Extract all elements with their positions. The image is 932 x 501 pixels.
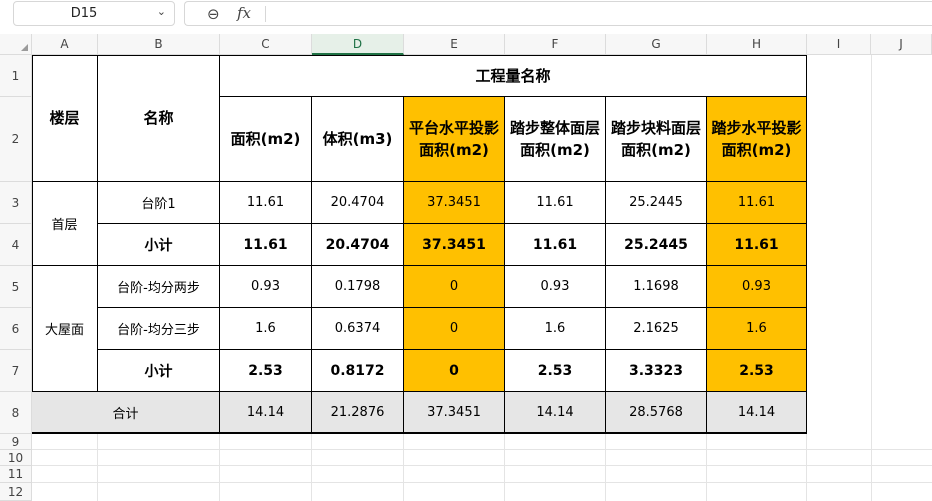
- value-cell[interactable]: 25.2445: [606, 182, 707, 224]
- subtotal-cell[interactable]: 20.4704: [312, 224, 404, 266]
- total-cell[interactable]: 37.3451: [404, 392, 505, 434]
- grid-line: [32, 482, 932, 483]
- value-cell[interactable]: 1.6: [505, 308, 606, 350]
- column-header-j[interactable]: J: [871, 34, 932, 55]
- value-cell[interactable]: 0.93: [505, 266, 606, 308]
- row-header-9[interactable]: 9: [0, 434, 32, 450]
- column-header-e[interactable]: E: [404, 34, 505, 55]
- name-box[interactable]: D15 ⌄: [13, 1, 175, 26]
- col-header-area[interactable]: 面积(m2): [220, 97, 312, 182]
- value-cell[interactable]: 1.6: [220, 308, 312, 350]
- subtotal-cell[interactable]: 2.53: [707, 350, 807, 392]
- value-cell[interactable]: 11.61: [707, 182, 807, 224]
- subtotal-cell[interactable]: 0.8172: [312, 350, 404, 392]
- row-header-6[interactable]: 6: [0, 308, 32, 350]
- total-cell[interactable]: 14.14: [707, 392, 807, 434]
- total-cell[interactable]: 28.5768: [606, 392, 707, 434]
- subtotal-cell[interactable]: 3.3323: [606, 350, 707, 392]
- row-header-7[interactable]: 7: [0, 350, 32, 392]
- row-header-1[interactable]: 1: [0, 55, 32, 97]
- chevron-down-icon[interactable]: ⌄: [157, 5, 166, 18]
- column-header-f[interactable]: F: [505, 34, 606, 55]
- value-cell[interactable]: 0.1798: [312, 266, 404, 308]
- value-cell[interactable]: 0: [404, 308, 505, 350]
- table-bottom-border: [32, 432, 807, 434]
- col-header-platform-projection[interactable]: 平台水平投影面积(m2): [404, 97, 505, 182]
- column-header-a[interactable]: A: [32, 34, 98, 55]
- grid-line: [504, 434, 505, 501]
- subtotal-cell[interactable]: 11.61: [505, 224, 606, 266]
- column-header-d[interactable]: D: [312, 34, 404, 55]
- grid-line: [706, 434, 707, 501]
- item-name-cell[interactable]: 台阶1: [98, 182, 220, 224]
- grid-line: [403, 434, 404, 501]
- subtotal-cell[interactable]: 11.61: [220, 224, 312, 266]
- column-header-c[interactable]: C: [220, 34, 312, 55]
- grid-line: [32, 465, 932, 466]
- value-cell[interactable]: 37.3451: [404, 182, 505, 224]
- value-cell[interactable]: 1.1698: [606, 266, 707, 308]
- subtotal-cell[interactable]: 25.2445: [606, 224, 707, 266]
- value-cell[interactable]: 20.4704: [312, 182, 404, 224]
- item-name-cell[interactable]: 台阶-均分三步: [98, 308, 220, 350]
- column-header-g[interactable]: G: [606, 34, 707, 55]
- subtotal-cell[interactable]: 11.61: [707, 224, 807, 266]
- grid-line: [32, 449, 932, 450]
- name-header[interactable]: 名称: [98, 55, 220, 182]
- col-header-step-projection[interactable]: 踏步水平投影面积(m2): [707, 97, 807, 182]
- item-name-cell[interactable]: 台阶-均分两步: [98, 266, 220, 308]
- fx-icon[interactable]: fx: [237, 4, 251, 22]
- grid-line: [219, 434, 220, 501]
- subtotal-label[interactable]: 小计: [98, 350, 220, 392]
- row-header-10[interactable]: 10: [0, 450, 32, 466]
- total-cell[interactable]: 14.14: [220, 392, 312, 434]
- row-header-3[interactable]: 3: [0, 182, 32, 224]
- table-title[interactable]: 工程量名称: [220, 55, 807, 97]
- formula-bar: D15 ⌄ ⊖ fx: [0, 0, 932, 31]
- total-label[interactable]: 合计: [32, 392, 220, 434]
- row-header-8[interactable]: 8: [0, 392, 32, 434]
- value-cell[interactable]: 11.61: [220, 182, 312, 224]
- column-header-h[interactable]: H: [707, 34, 807, 55]
- floor-cell[interactable]: 首层: [32, 182, 98, 266]
- grid-line: [605, 434, 606, 501]
- value-cell[interactable]: 0.6374: [312, 308, 404, 350]
- formula-input[interactable]: ⊖ fx: [184, 1, 932, 26]
- total-cell[interactable]: 14.14: [505, 392, 606, 434]
- subtotal-cell[interactable]: 0: [404, 350, 505, 392]
- grid-line: [806, 434, 807, 501]
- floor-cell[interactable]: 大屋面: [32, 266, 98, 392]
- row-header-12[interactable]: 12: [0, 483, 32, 501]
- value-cell[interactable]: 2.1625: [606, 308, 707, 350]
- column-header-i[interactable]: I: [807, 34, 871, 55]
- value-cell[interactable]: 0.93: [707, 266, 807, 308]
- subtotal-cell[interactable]: 37.3451: [404, 224, 505, 266]
- value-cell[interactable]: 0: [404, 266, 505, 308]
- col-header-step-surface[interactable]: 踏步整体面层面积(m2): [505, 97, 606, 182]
- row-header-2[interactable]: 2: [0, 97, 32, 182]
- subtotal-cell[interactable]: 2.53: [505, 350, 606, 392]
- col-header-volume[interactable]: 体积(m3): [312, 97, 404, 182]
- col-header-step-block[interactable]: 踏步块料面层面积(m2): [606, 97, 707, 182]
- formula-separator: [265, 6, 266, 22]
- grid-line: [871, 55, 872, 501]
- subtotal-label[interactable]: 小计: [98, 224, 220, 266]
- value-cell[interactable]: 0.93: [220, 266, 312, 308]
- row-header-4[interactable]: 4: [0, 224, 32, 266]
- grid-line: [311, 434, 312, 501]
- zoom-out-icon[interactable]: ⊖: [207, 5, 220, 23]
- row-header-5[interactable]: 5: [0, 266, 32, 308]
- subtotal-cell[interactable]: 2.53: [220, 350, 312, 392]
- value-cell[interactable]: 1.6: [707, 308, 807, 350]
- grid-line: [97, 434, 98, 501]
- value-cell[interactable]: 11.61: [505, 182, 606, 224]
- total-cell[interactable]: 21.2876: [312, 392, 404, 434]
- column-header-b[interactable]: B: [98, 34, 220, 55]
- row-header-11[interactable]: 11: [0, 466, 32, 483]
- name-box-value: D15: [70, 6, 98, 21]
- floor-header[interactable]: 楼层: [32, 55, 98, 182]
- select-all-corner[interactable]: [0, 34, 32, 55]
